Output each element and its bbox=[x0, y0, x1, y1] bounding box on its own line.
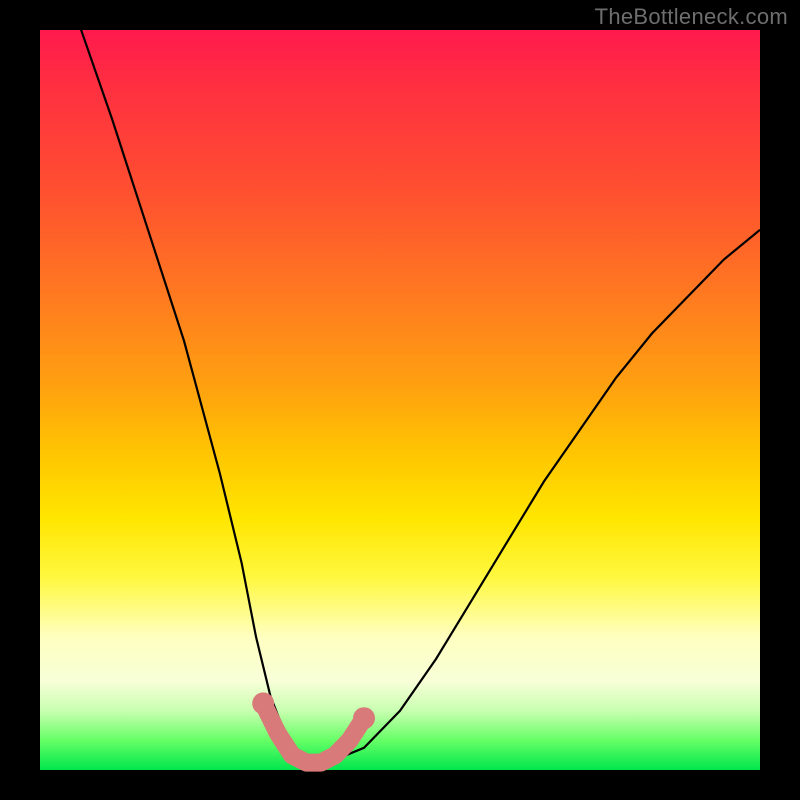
series-container bbox=[76, 15, 760, 762]
bottleneck-curve-line bbox=[76, 15, 760, 762]
plot-area bbox=[40, 30, 760, 770]
chart-frame: TheBottleneck.com bbox=[0, 0, 800, 800]
highlight-cap-right bbox=[353, 707, 375, 729]
curve-layer bbox=[40, 30, 760, 770]
watermark-text: TheBottleneck.com bbox=[595, 4, 788, 30]
highlight-cap-left bbox=[252, 692, 274, 714]
highlight-trough-line bbox=[263, 703, 364, 762]
